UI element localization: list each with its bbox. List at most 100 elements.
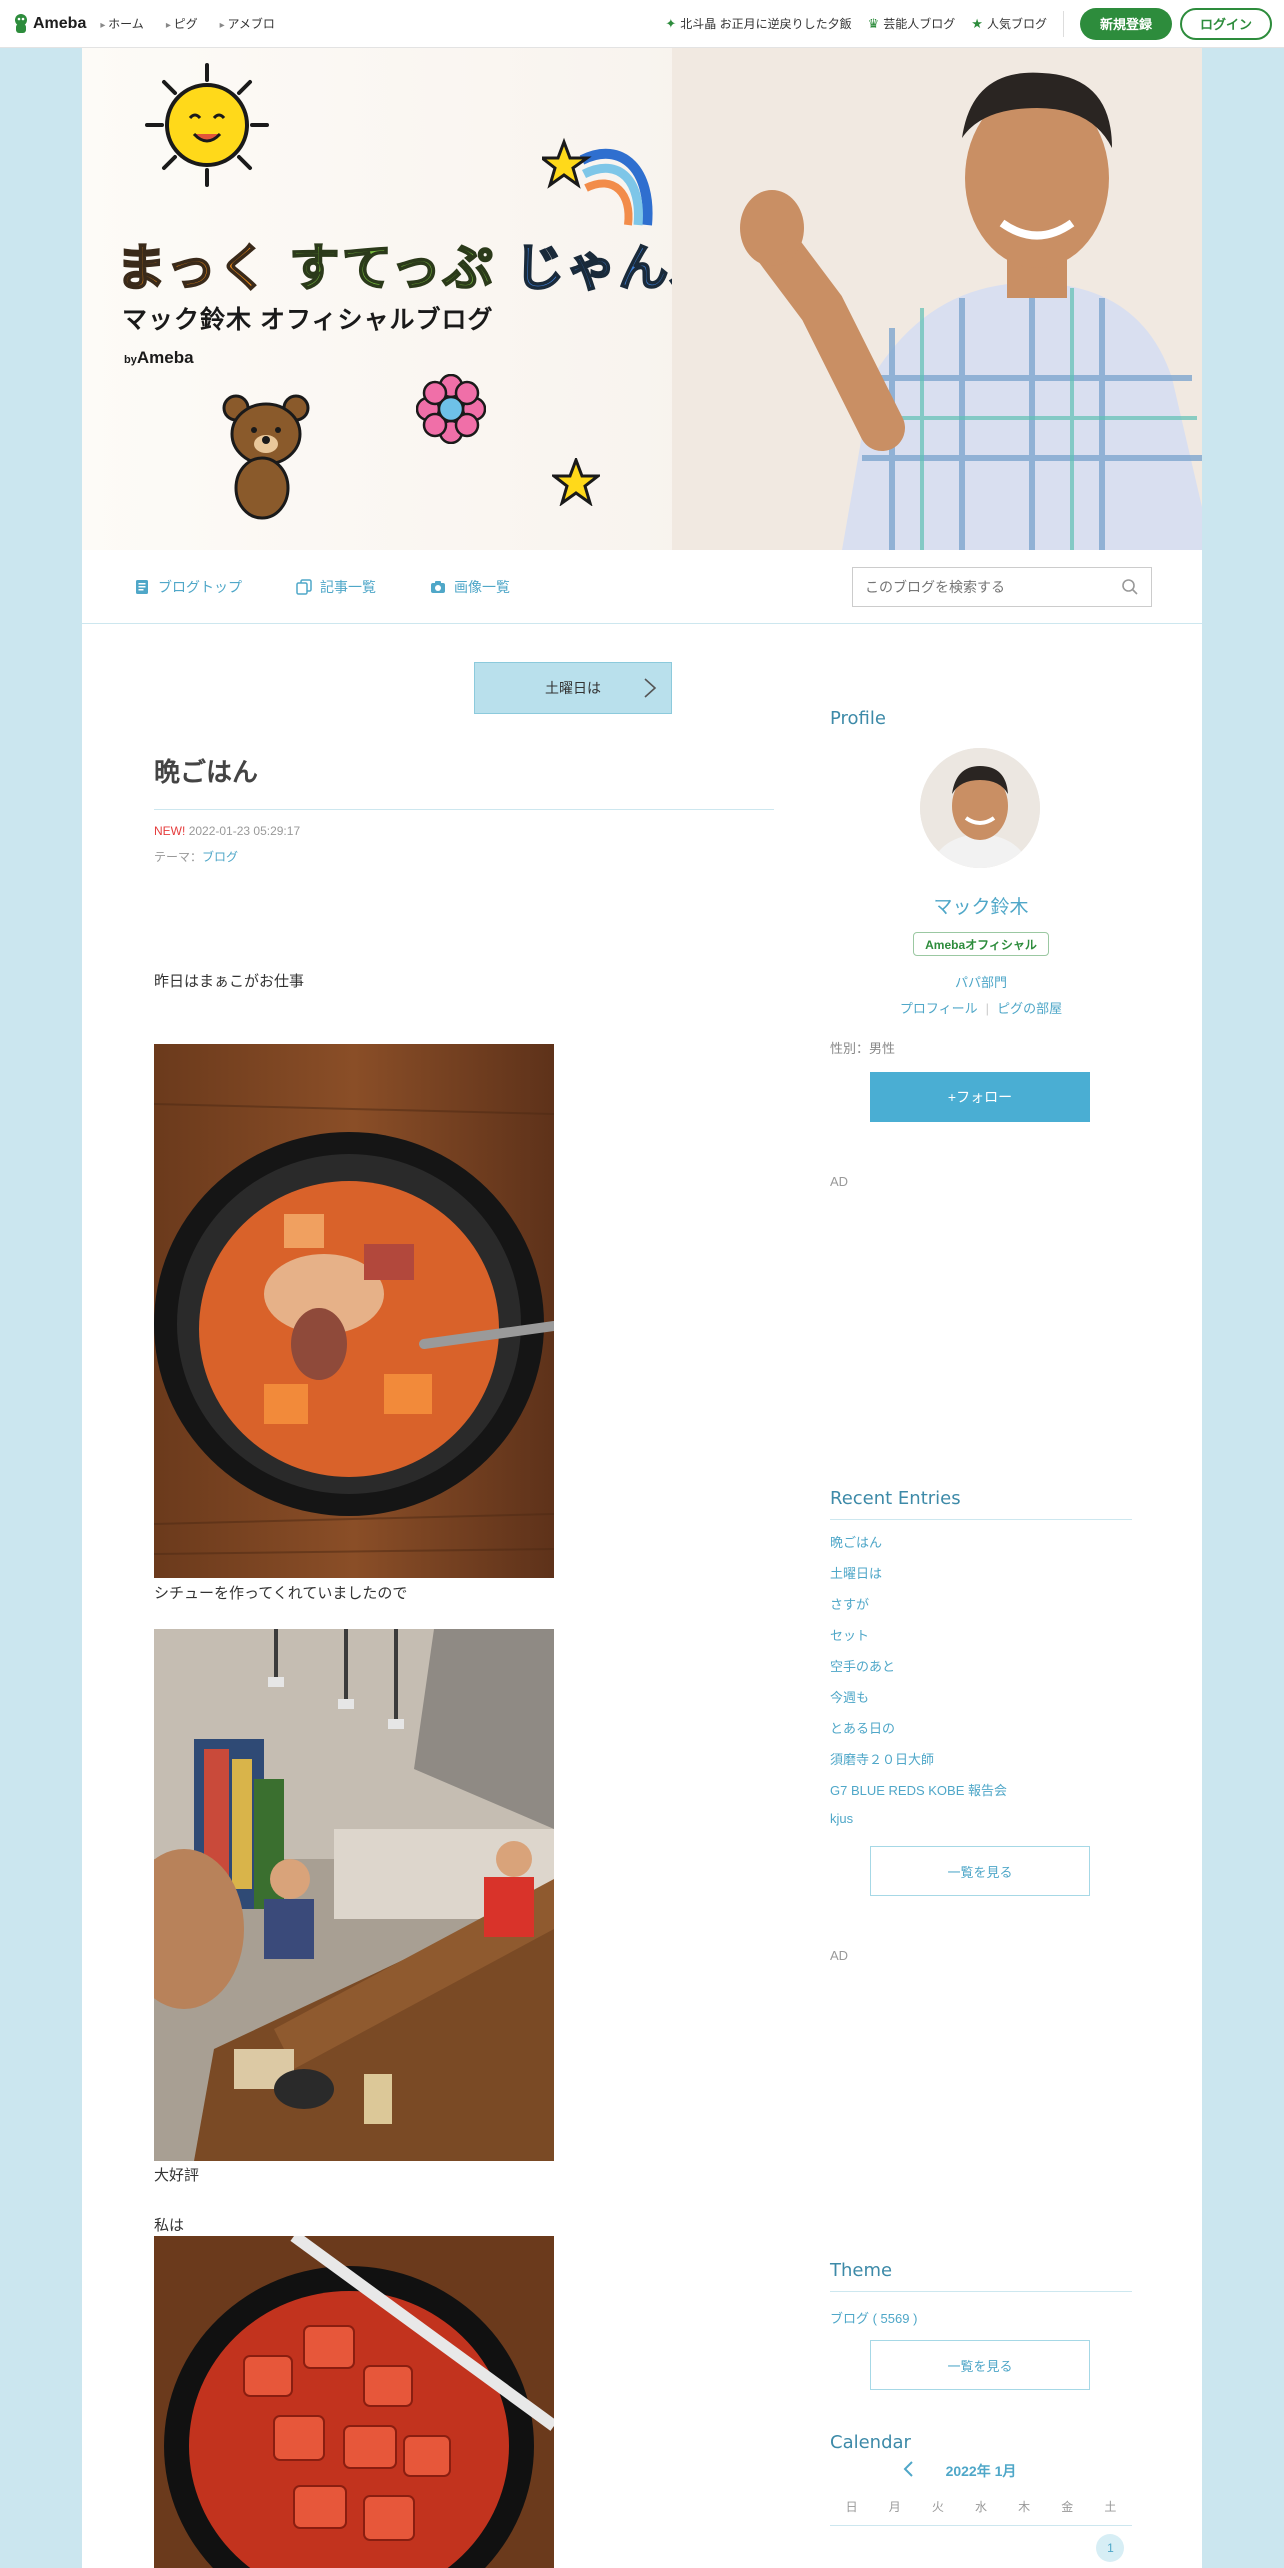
- celebrity-blog-link[interactable]: ♛ 芸能人ブログ: [868, 15, 956, 32]
- ameba-logo[interactable]: Ameba: [12, 13, 86, 35]
- by-label: by: [124, 354, 137, 366]
- recent-entries-list: 晩ごはん 土曜日は さすが セット 空手のあと 今週も とある日の 須磨寺２０日…: [830, 1532, 1132, 1842]
- divider: [830, 2291, 1132, 2292]
- nav-home[interactable]: ホーム: [100, 15, 144, 32]
- blog-search-box: [852, 567, 1152, 607]
- blog-nav: ブログトップ 記事一覧 画像一覧: [82, 550, 1202, 624]
- sparkle-icon: ✦: [665, 15, 677, 31]
- login-button[interactable]: ログイン: [1179, 7, 1272, 40]
- image-list-link[interactable]: 画像一覧: [430, 577, 510, 597]
- image-list-label: 画像一覧: [454, 578, 510, 595]
- popular-blog-label: 人気ブログ: [986, 17, 1047, 31]
- article-paragraph: 私は: [154, 2217, 185, 2234]
- camera-icon: [431, 580, 445, 593]
- calendar-week: 1: [830, 2534, 1132, 2562]
- banner-subtitle: マック鈴木 オフィシャルブログ: [122, 306, 494, 334]
- profile-name[interactable]: マック鈴木: [830, 892, 1132, 919]
- calendar-day: [881, 2534, 909, 2562]
- recent-entry-link[interactable]: さすが: [830, 1594, 1132, 1625]
- article-paragraph: 昨日はまぁこがお仕事: [154, 973, 305, 990]
- divider: [1062, 10, 1064, 37]
- theme-heading: Theme: [830, 2260, 893, 2281]
- weekday: 月: [888, 2500, 901, 2514]
- ad-label: AD: [830, 1948, 849, 1963]
- title-part2: すてっぷ: [288, 238, 495, 298]
- profile-heading: Profile: [830, 708, 886, 729]
- blog-header-banner[interactable]: まっく すてっぷ じゃんぷ マック鈴木 オフィシャルブログ byAmeba: [82, 48, 1202, 550]
- recent-entry-link[interactable]: 須磨寺２０日大師: [830, 1749, 1132, 1780]
- search-icon[interactable]: [1121, 578, 1139, 596]
- article-meta: NEW! 2022-01-23 05:29:17: [154, 824, 300, 838]
- calendar-day: [838, 2534, 866, 2562]
- pigg-room-link[interactable]: ピグの部屋: [997, 1001, 1062, 1016]
- profile-gender: 性別：男性: [830, 1041, 896, 1056]
- recent-entry-link[interactable]: kjus: [830, 1811, 1132, 1842]
- topic-label: 北斗晶 お正月に逆戻りした夕飯: [680, 17, 852, 31]
- global-header: Ameba ホーム ピグ アメブロ ✦ 北斗晶 お正月に逆戻りした夕飯 ♛ 芸能…: [0, 0, 1284, 48]
- calendar-heading: Calendar: [830, 2432, 911, 2453]
- logo-text: Ameba: [33, 14, 87, 32]
- follow-button[interactable]: +フォロー: [870, 1072, 1090, 1122]
- nav-ameblo[interactable]: アメブロ: [220, 15, 274, 32]
- article-image-dining[interactable]: [154, 1629, 554, 2161]
- blog-search-input[interactable]: [865, 579, 1121, 595]
- profile-link[interactable]: プロフィール: [900, 1001, 978, 1016]
- article-image-stew[interactable]: [154, 1044, 554, 1578]
- calendar-day: [967, 2534, 995, 2562]
- recent-entry-link[interactable]: とある日の: [830, 1718, 1132, 1749]
- blog-container: まっく すてっぷ じゃんぷ マック鈴木 オフィシャルブログ byAmeba ブロ…: [82, 48, 1202, 2568]
- header-topic-link[interactable]: ✦ 北斗晶 お正月に逆戻りした夕飯: [665, 15, 851, 32]
- calendar-day: [924, 2534, 952, 2562]
- title-part1: まっく: [115, 238, 270, 298]
- prev-entry-label: 土曜日は: [545, 680, 601, 696]
- brand-label: Ameba: [136, 348, 194, 367]
- flower-illustration: [416, 374, 486, 444]
- calendar-day: [1010, 2534, 1038, 2562]
- recent-entries-heading: Recent Entries: [830, 1488, 961, 1509]
- celebrity-blog-label: 芸能人ブログ: [883, 17, 956, 31]
- bear-illustration: [222, 394, 310, 520]
- sun-illustration: [145, 63, 269, 187]
- recent-entry-link[interactable]: 空手のあと: [830, 1656, 1132, 1687]
- new-badge: NEW!: [154, 824, 186, 838]
- recent-entry-link[interactable]: 晩ごはん: [830, 1532, 1132, 1563]
- register-button[interactable]: 新規登録: [1079, 7, 1172, 40]
- recent-entry-link[interactable]: セット: [830, 1625, 1132, 1656]
- weekday: 木: [1018, 2500, 1031, 2514]
- theme-link[interactable]: ブログ ( 5569 ): [830, 2308, 917, 2327]
- copy-icon: [296, 578, 312, 595]
- weekday: 火: [931, 2500, 944, 2514]
- article-image-kimchi[interactable]: [154, 2236, 554, 2568]
- profile-avatar[interactable]: [920, 748, 1040, 868]
- calendar-day: [1053, 2534, 1081, 2562]
- see-all-themes-button[interactable]: 一覧を見る: [870, 2340, 1090, 2390]
- recent-entry-link[interactable]: G7 BLUE REDS KOBE 報告会: [830, 1780, 1132, 1811]
- calendar-day[interactable]: 1: [1096, 2534, 1125, 2562]
- official-badge: Amebaオフィシャル: [913, 932, 1049, 956]
- weekday: 金: [1061, 2500, 1074, 2514]
- chevron-right-icon: [644, 678, 657, 698]
- link-separator: |: [985, 1001, 990, 1016]
- theme-link[interactable]: ブログ: [202, 850, 238, 864]
- weekday: 日: [845, 2500, 858, 2514]
- calendar-month: 2022年 1月: [945, 2463, 1017, 2479]
- banner-title: まっく すてっぷ じゃんぷ: [115, 228, 722, 300]
- prev-entry-button[interactable]: 土曜日は: [474, 662, 672, 714]
- profile-links: プロフィール | ピグの部屋: [830, 998, 1132, 1017]
- article-title[interactable]: 晩ごはん: [154, 752, 774, 810]
- popular-blog-link[interactable]: ★ 人気ブログ: [971, 15, 1047, 32]
- weekday: 水: [974, 2500, 987, 2514]
- blog-top-link[interactable]: ブログトップ: [134, 577, 242, 597]
- entry-list-link[interactable]: 記事一覧: [296, 577, 376, 597]
- see-all-entries-button[interactable]: 一覧を見る: [870, 1846, 1090, 1896]
- profile-category-link[interactable]: パパ部門: [830, 972, 1132, 991]
- article-paragraph: 大好評: [154, 2167, 200, 2184]
- recent-entry-link[interactable]: 土曜日は: [830, 1563, 1132, 1594]
- nav-pigg[interactable]: ピグ: [166, 15, 198, 32]
- crown-icon: ♛: [867, 15, 880, 31]
- blog-top-label: ブログトップ: [158, 578, 242, 595]
- document-icon: [136, 579, 148, 594]
- recent-entry-link[interactable]: 今週も: [830, 1687, 1132, 1718]
- theme-label: テーマ：: [154, 850, 203, 864]
- article-datetime: 2022-01-23 05:29:17: [188, 824, 301, 838]
